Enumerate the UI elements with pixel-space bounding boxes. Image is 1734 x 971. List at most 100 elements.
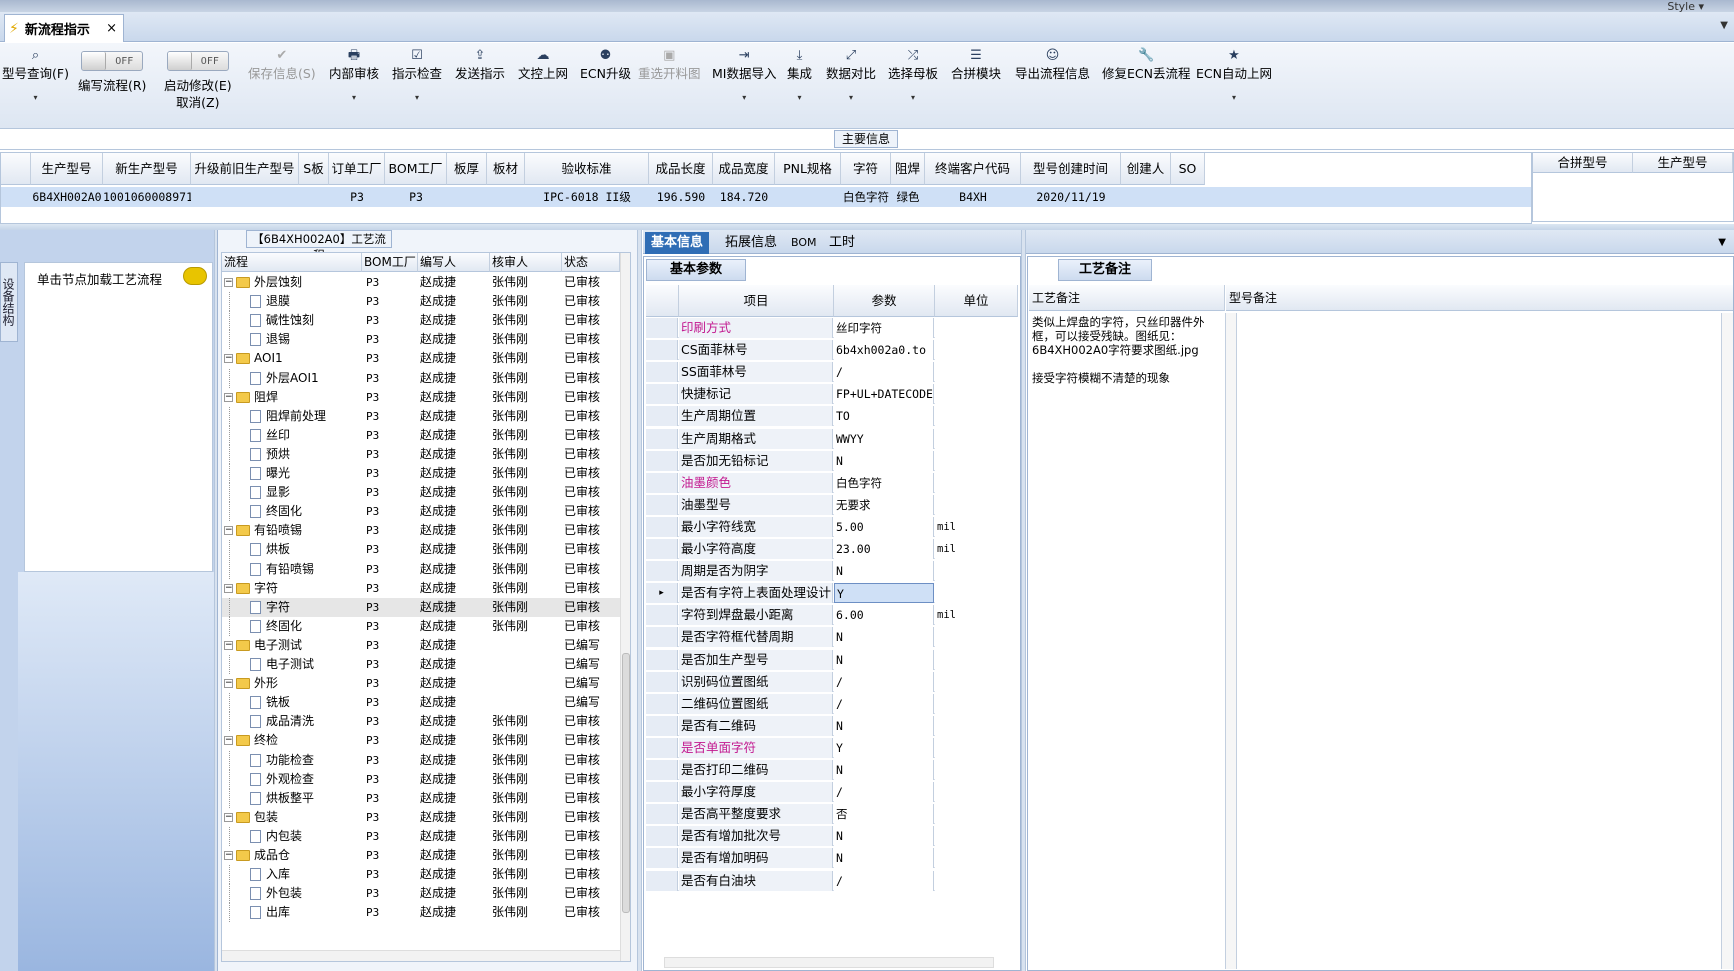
- table-cell[interactable]: IPC-6018 II级: [525, 187, 649, 207]
- right-splitter[interactable]: [1021, 230, 1026, 971]
- param-value-field[interactable]: 6b4xh002a0.to: [834, 340, 934, 361]
- param-row[interactable]: 最小字符高度 23.00 mil: [646, 539, 1018, 559]
- tree-row[interactable]: 阻焊前处理 P3 赵成捷 张伟刚 已审核: [222, 406, 620, 426]
- equipment-structure-tab[interactable]: 设备结构: [0, 262, 18, 342]
- param-row[interactable]: 生产周期格式 WWYY: [646, 428, 1018, 449]
- tree-row[interactable]: 终固化 P3 赵成捷 张伟刚 已审核: [222, 502, 620, 522]
- tree-column-header[interactable]: 核审人: [490, 253, 562, 272]
- table-cell[interactable]: 196.590: [649, 187, 713, 207]
- chevron-down-icon[interactable]: ▼: [1720, 20, 1728, 31]
- column-header[interactable]: 终端客户代码: [925, 153, 1021, 185]
- param-row[interactable]: 油墨型号 无要求: [646, 494, 1018, 515]
- tree-column-header[interactable]: 状态: [562, 253, 620, 272]
- column-header[interactable]: 阻焊: [891, 153, 925, 185]
- tree-row[interactable]: 碱性蚀刻 P3 赵成捷 张伟刚 已审核: [222, 311, 620, 331]
- tree-row[interactable]: 功能检查 P3 赵成捷 张伟刚 已审核: [222, 750, 620, 770]
- param-row[interactable]: 油墨颜色 白色字符: [646, 472, 1018, 493]
- column-header[interactable]: 升级前旧生产型号: [191, 153, 299, 185]
- param-value-field[interactable]: /: [834, 693, 934, 714]
- start-modify-toggle[interactable]: OFF 启动修改(E) 取消(Z): [164, 51, 232, 111]
- collapse-icon[interactable]: −: [224, 278, 233, 287]
- param-row[interactable]: 是否有增加明码 N: [646, 848, 1018, 869]
- param-value-field[interactable]: 5.00: [834, 516, 934, 537]
- send-instruction-button[interactable]: ⇪ 发送指示: [455, 47, 505, 82]
- doc-online-button[interactable]: ☁ 文控上网: [518, 47, 568, 82]
- middle-splitter[interactable]: [637, 230, 642, 971]
- tree-row[interactable]: − 电子测试 P3 赵成捷 已编写: [222, 636, 620, 655]
- table-cell[interactable]: [447, 187, 487, 207]
- param-row[interactable]: 快捷标记 FP+UL+DATECODE: [646, 384, 1018, 405]
- collapse-icon[interactable]: −: [224, 640, 233, 650]
- table-cell[interactable]: 绿色: [891, 187, 925, 207]
- tree-row[interactable]: 字符 P3 赵成捷 张伟刚 已审核: [222, 597, 620, 617]
- tab-extended-info[interactable]: 拓展信息: [719, 232, 783, 254]
- param-value-field[interactable]: WWYY: [834, 428, 934, 449]
- column-header[interactable]: 型号创建时间: [1021, 153, 1121, 185]
- column-header[interactable]: S板: [299, 153, 329, 185]
- tree-row[interactable]: 铣板 P3 赵成捷 已编写: [222, 693, 620, 713]
- column-header[interactable]: PNL规格: [775, 153, 841, 185]
- ecn-upgrade-button[interactable]: ⚉ ECN升级: [580, 47, 631, 82]
- param-value-field[interactable]: 无要求: [834, 494, 934, 515]
- notes-scrollbar[interactable]: [1225, 313, 1237, 969]
- merge-model-header[interactable]: 合拼型号: [1533, 153, 1633, 173]
- table-cell[interactable]: 6B4XH002A0: [31, 187, 103, 207]
- column-header-model-notes[interactable]: 型号备注: [1226, 285, 1733, 311]
- tree-row[interactable]: 预烘 P3 赵成捷 张伟刚 已审核: [222, 444, 620, 464]
- column-header-unit[interactable]: 单位: [935, 285, 1018, 317]
- select-master-button[interactable]: ⤮ 选择母板 ▾: [888, 47, 938, 104]
- tree-row[interactable]: 丝印 P3 赵成捷 张伟刚 已审核: [222, 425, 620, 445]
- param-value-field[interactable]: /: [834, 782, 934, 803]
- column-header[interactable]: 生产型号: [31, 153, 103, 185]
- table-cell[interactable]: 2020/11/19: [1021, 187, 1121, 207]
- merge-module-button[interactable]: ☰ 合拼模块: [951, 47, 1001, 82]
- tree-row[interactable]: 退锡 P3 赵成捷 张伟刚 已审核: [222, 330, 620, 350]
- basic-horizontal-scrollbar[interactable]: [664, 957, 994, 968]
- param-row[interactable]: 是否有二维码 N: [646, 715, 1018, 736]
- instruction-check-button[interactable]: ☑ 指示检查 ▾: [392, 47, 442, 104]
- param-row[interactable]: 印刷方式 丝印字符: [646, 318, 1018, 338]
- tree-column-header[interactable]: 编写人: [418, 253, 490, 272]
- export-flow-button[interactable]: ☺ 导出流程信息: [1015, 47, 1090, 82]
- param-row[interactable]: 生产周期位置 TO: [646, 406, 1018, 427]
- tab-work-hours[interactable]: 工时: [823, 232, 861, 254]
- param-value-field[interactable]: N: [834, 848, 934, 869]
- column-header[interactable]: 板厚: [447, 153, 487, 185]
- tree-column-header[interactable]: BOM工厂: [362, 253, 418, 272]
- table-cell[interactable]: B4XH: [925, 187, 1021, 207]
- param-row[interactable]: 二维码位置图纸 /: [646, 693, 1018, 714]
- save-info-button[interactable]: ✔ 保存信息(S): [248, 47, 316, 82]
- param-row[interactable]: 周期是否为阴字 N: [646, 561, 1018, 582]
- collapse-icon[interactable]: −: [224, 851, 233, 860]
- param-row[interactable]: 是否高平整度要求否: [646, 804, 1018, 825]
- tree-row[interactable]: 成品清洗 P3 赵成捷 张伟刚 已审核: [222, 712, 620, 732]
- tree-row[interactable]: 外观检查 P3 赵成捷 张伟刚 已审核: [222, 769, 620, 789]
- data-compare-button[interactable]: ⤢ 数据对比 ▾: [826, 47, 876, 104]
- tree-row[interactable]: 曝光 P3 赵成捷 张伟刚 已审核: [222, 464, 620, 483]
- table-cell[interactable]: 白色字符: [841, 187, 891, 207]
- tree-row[interactable]: 入库 P3 赵成捷 张伟刚 已审核: [222, 865, 620, 885]
- tree-row[interactable]: − 阻焊 P3 赵成捷 张伟刚 已审核: [222, 388, 620, 407]
- param-value-field[interactable]: Y: [834, 583, 934, 604]
- column-header-item[interactable]: 项目: [679, 285, 834, 317]
- param-value-field[interactable]: 白色字符: [834, 472, 934, 493]
- param-value-field[interactable]: FP+UL+DATECODE: [834, 384, 934, 405]
- dropdown-arrow-icon[interactable]: ▾: [33, 92, 37, 104]
- repair-ecn-button[interactable]: 🔧 修复ECN丢流程: [1102, 47, 1190, 82]
- param-value-field[interactable]: 否: [834, 804, 934, 825]
- param-row[interactable]: ▸ 是否有字符上表面处理设计 Y: [646, 583, 1018, 604]
- process-notes-text[interactable]: 类似上焊盘的字符，只丝印器件外框，可以接受残缺。图纸见：6B4XH002A0字符…: [1029, 313, 1225, 913]
- param-value-field[interactable]: N: [834, 561, 934, 582]
- ecn-auto-button[interactable]: ★ ECN自动上网 ▾: [1196, 47, 1272, 104]
- process-horizontal-scrollbar[interactable]: [222, 950, 620, 961]
- reselect-drawing-button[interactable]: ▣ 重选开料图: [638, 47, 701, 82]
- column-header[interactable]: 订单工厂: [329, 153, 385, 185]
- tree-row[interactable]: − 外形 P3 赵成捷 已编写: [222, 674, 620, 693]
- column-header[interactable]: 字符: [841, 153, 891, 185]
- param-value-field[interactable]: /: [834, 870, 934, 891]
- table-cell[interactable]: 10010600089715: [103, 187, 191, 207]
- column-header[interactable]: BOM工厂: [385, 153, 447, 185]
- param-value-field[interactable]: TO: [834, 406, 934, 427]
- collapse-icon[interactable]: −: [224, 392, 233, 402]
- param-row[interactable]: 是否有白油块 /: [646, 870, 1018, 891]
